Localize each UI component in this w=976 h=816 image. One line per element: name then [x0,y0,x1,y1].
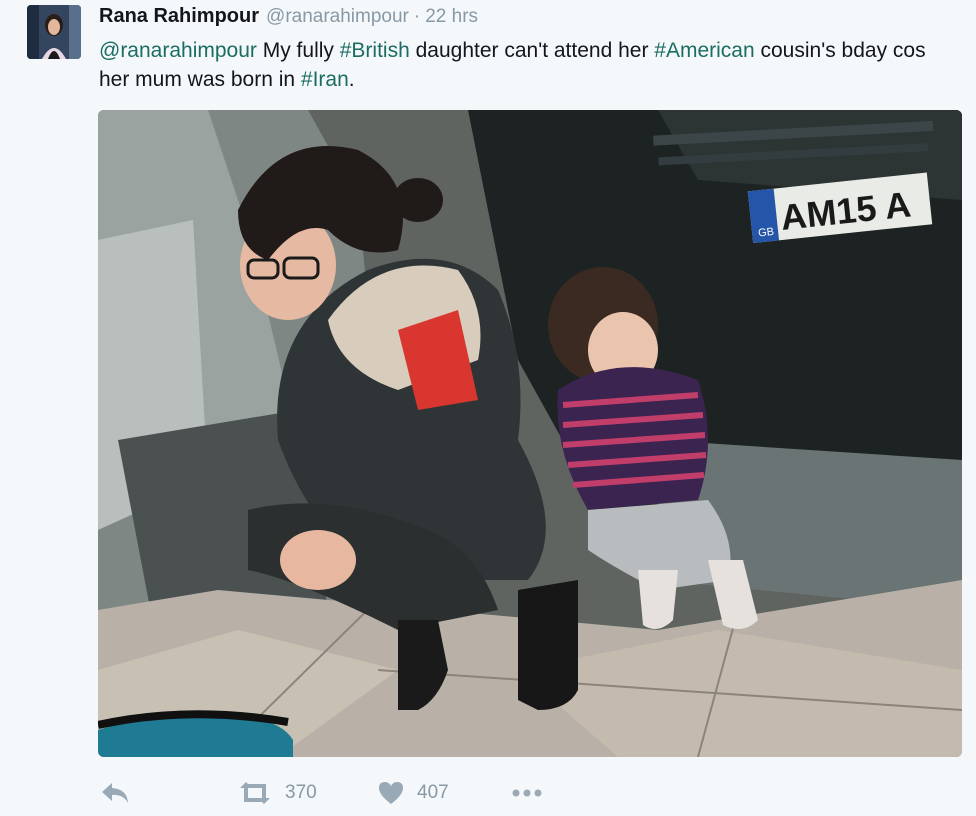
tweet-text-part: My fully [256,39,340,62]
hashtag-british[interactable]: #British [340,39,410,62]
hashtag-iran[interactable]: #Iran [301,68,349,91]
photo-illustration: GB AM15 A [98,110,962,757]
retweet-button[interactable]: 370 [237,776,317,810]
retweet-count: 370 [285,782,317,803]
more-button[interactable] [510,776,546,810]
tweet-text: @ranarahimpour My fully #British daughte… [99,36,959,94]
hashtag-american[interactable]: #American [654,39,754,62]
reply-button[interactable] [99,776,131,810]
tweet-text-part: . [348,68,355,91]
tweet-actions: 370 407 [99,776,699,810]
like-button[interactable]: 407 [377,776,449,810]
mention-link[interactable]: @ranarahimpour [99,39,257,62]
avatar-image [27,5,81,59]
timestamp[interactable]: 22 hrs [425,6,478,28]
tweet-header: Rana Rahimpour @ranarahimpour · 22 hrs [99,5,478,33]
reply-icon [102,783,128,803]
like-count: 407 [417,782,449,803]
separator-dot: · [413,6,421,27]
tweet-text-part: daughter can't attend her [409,39,655,62]
retweet-icon [240,782,270,804]
plate-country: GB [758,226,775,240]
heart-icon [379,782,403,804]
more-icon [512,789,542,797]
user-handle[interactable]: @ranarahimpour [266,6,409,28]
avatar[interactable] [27,5,81,59]
tweet-photo[interactable]: GB AM15 A [98,110,962,757]
display-name[interactable]: Rana Rahimpour [99,5,259,28]
